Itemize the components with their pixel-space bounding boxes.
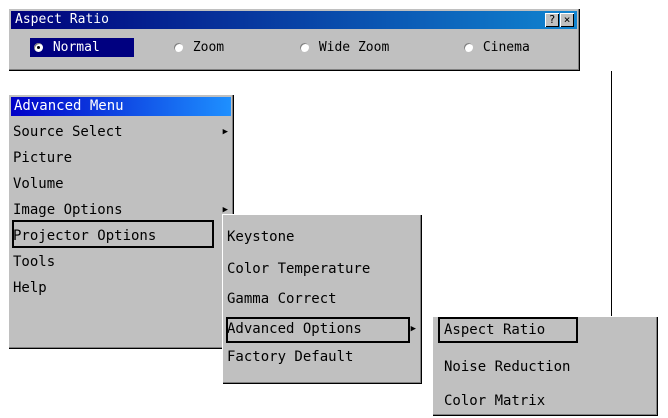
- menu-item-picture[interactable]: Picture: [8, 145, 234, 171]
- menu-item-label: Noise Reduction: [444, 359, 571, 375]
- window-title: Aspect Ratio: [15, 12, 109, 27]
- help-button[interactable]: ?: [545, 13, 559, 27]
- radio-icon: [464, 43, 473, 52]
- menu-item-keystone[interactable]: Keystone: [222, 224, 422, 250]
- radio-normal-label: Normal: [52, 40, 100, 55]
- submenu-arrow-icon: ▶: [222, 127, 228, 137]
- radio-icon: [174, 43, 183, 52]
- radio-wide-zoom-label: Wide Zoom: [318, 40, 390, 55]
- menu-item-source-select[interactable]: Source Select ▶: [8, 119, 234, 145]
- menu-item-color-matrix[interactable]: Color Matrix: [432, 388, 658, 414]
- menu-item-noise-reduction[interactable]: Noise Reduction: [432, 354, 658, 380]
- highlight-box: [12, 220, 214, 248]
- radio-zoom-label: Zoom: [192, 40, 225, 55]
- radio-icon: [300, 43, 309, 52]
- menu-item-label: Help: [13, 280, 47, 296]
- menu-item-factory-default[interactable]: Factory Default: [222, 344, 422, 370]
- radio-zoom[interactable]: Zoom: [174, 38, 224, 57]
- menu-item-label: Image Options: [13, 202, 123, 218]
- connector-line: [611, 71, 612, 343]
- radio-normal[interactable]: Normal: [30, 38, 134, 57]
- menu-item-label: Tools: [13, 254, 56, 270]
- close-button[interactable]: ×: [560, 13, 574, 27]
- aspect-ratio-window: Aspect Ratio ? × Normal Zoom Wide Zoom C…: [8, 8, 580, 71]
- advanced-menu: Advanced Menu Source Select ▶ Picture Vo…: [8, 94, 234, 349]
- menu-item-gamma-correct[interactable]: Gamma Correct: [222, 286, 422, 312]
- menu-item-label: Picture: [13, 150, 73, 166]
- radio-icon: [34, 43, 43, 52]
- menu-item-label: Source Select: [13, 124, 123, 140]
- menu-item-tools[interactable]: Tools ▶: [8, 249, 234, 275]
- menu-item-help[interactable]: Help ▶: [8, 275, 234, 301]
- highlight-box: [438, 317, 578, 343]
- menu-item-color-temperature[interactable]: Color Temperature: [222, 256, 422, 282]
- menu-item-label: Gamma Correct: [227, 291, 337, 307]
- radio-cinema[interactable]: Cinema: [464, 38, 530, 57]
- radio-wide-zoom[interactable]: Wide Zoom: [300, 38, 389, 57]
- advanced-options-menu: Aspect Ratio Noise Reduction Color Matri…: [432, 316, 658, 416]
- menu-item-label: Keystone: [227, 229, 295, 245]
- menu-item-label: Color Temperature: [227, 261, 371, 277]
- aspect-ratio-titlebar[interactable]: Aspect Ratio ? ×: [11, 11, 577, 29]
- submenu-arrow-icon: ▶: [410, 324, 416, 334]
- menu-item-label: Volume: [13, 176, 64, 192]
- radio-cinema-label: Cinema: [482, 40, 530, 55]
- menu-item-label: Factory Default: [227, 349, 354, 365]
- menu-item-label: Color Matrix: [444, 393, 546, 409]
- menu-item-volume[interactable]: Volume: [8, 171, 234, 197]
- advanced-menu-title: Advanced Menu: [11, 97, 231, 116]
- image-options-menu: Keystone Color Temperature Gamma Correct…: [222, 214, 422, 384]
- highlight-box: [226, 317, 410, 343]
